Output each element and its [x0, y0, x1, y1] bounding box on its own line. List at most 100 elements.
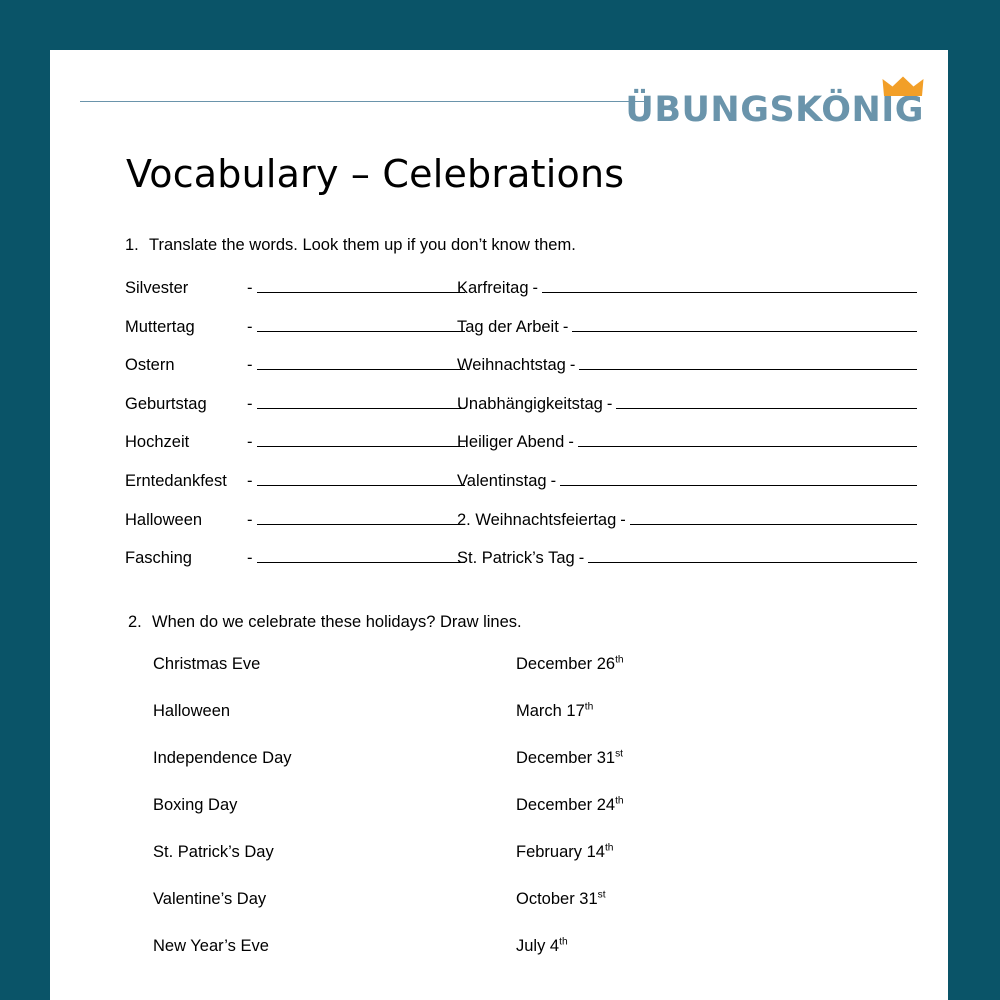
matching-date-text: December 24: [516, 796, 616, 814]
matching-holiday[interactable]: Christmas Eve: [153, 655, 260, 674]
vocab-entry-right: Weihnachtstag -: [457, 355, 917, 375]
vocab-row: Ostern - Weihnachtstag -: [50, 355, 948, 394]
matching-date-text: February 14: [516, 843, 605, 861]
vocab-row: Silvester - Karfreitag -: [50, 278, 948, 317]
matching-date[interactable]: February 14th: [516, 843, 614, 862]
matching-date[interactable]: December 31st: [516, 749, 623, 768]
matching-date-ordinal: th: [559, 936, 568, 948]
vocab-row: Hochzeit - Heiliger Abend -: [50, 432, 948, 471]
vocab-term: Muttertag: [125, 317, 195, 336]
vocab-entry-right: Tag der Arbeit -: [457, 317, 917, 337]
vocab-entry-right: Heiliger Abend -: [457, 432, 917, 452]
vocab-dash: -: [247, 317, 253, 336]
matching-date-text: October 31: [516, 890, 598, 908]
matching-holiday[interactable]: Halloween: [153, 702, 230, 721]
vocab-answer-blank[interactable]: [616, 394, 917, 409]
vocab-dash: -: [568, 433, 574, 452]
vocab-dash: -: [247, 356, 253, 375]
matching-row: Boxing Day December 24th: [50, 796, 948, 843]
vocab-dash: -: [247, 433, 253, 452]
matching-date-ordinal: th: [584, 701, 594, 713]
vocab-entry-left: Silvester -: [125, 278, 465, 298]
matching-date[interactable]: December 24th: [516, 796, 624, 815]
vocab-row: Geburtstag - Unabhängigkeitstag -: [50, 394, 948, 433]
vocab-entry-right: 2. Weihnachtsfeiertag -: [457, 510, 917, 530]
exercise1-number: 1.: [125, 236, 139, 254]
vocab-term: Heiliger Abend: [457, 433, 565, 452]
vocab-answer-blank[interactable]: [256, 510, 465, 525]
matching-date-ordinal: th: [615, 654, 624, 666]
vocab-answer-blank[interactable]: [572, 317, 917, 332]
exercise2-instruction: When do we celebrate these holidays? Dra…: [152, 613, 522, 631]
vocab-dash: -: [247, 394, 253, 413]
matching-date-ordinal: st: [615, 748, 624, 760]
matching-row: Christmas Eve December 26th: [50, 655, 948, 702]
exercise2-matching-grid: Christmas Eve December 26th Halloween March…: [50, 655, 948, 984]
vocab-term: Tag der Arbeit: [457, 317, 559, 336]
vocab-answer-blank[interactable]: [256, 548, 465, 564]
vocab-term: Fasching: [125, 549, 192, 568]
vocab-row: Halloween -2. Weihnachtsfeiertag -: [50, 510, 948, 549]
vocab-answer-blank[interactable]: [588, 548, 917, 564]
vocab-dash: -: [247, 510, 253, 529]
matching-holiday[interactable]: Boxing Day: [153, 796, 237, 815]
matching-holiday[interactable]: St. Patrick’s Day: [153, 843, 274, 862]
matching-holiday[interactable]: New Year’s Eve: [153, 937, 269, 956]
vocab-term: Halloween: [125, 510, 203, 529]
vocab-dash: -: [562, 317, 569, 336]
matching-row: Independence Day December 31st: [50, 749, 948, 796]
vocab-term: Silvester: [125, 279, 189, 297]
header-rule: [80, 101, 645, 102]
vocab-row: Erntedankfest - Valentinstag -: [50, 471, 948, 510]
vocab-answer-blank[interactable]: [577, 432, 917, 448]
vocab-answer-blank[interactable]: [256, 471, 465, 486]
matching-row: New Year’s Eve July 4th: [50, 937, 948, 984]
vocab-answer-blank[interactable]: [579, 355, 917, 371]
matching-row: Halloween March 17th: [50, 702, 948, 749]
matching-row: Valentine’s Day October 31st: [50, 890, 948, 937]
vocab-answer-blank[interactable]: [256, 355, 465, 371]
matching-row: St. Patrick’s Day February 14th: [50, 843, 948, 890]
matching-holiday[interactable]: Valentine’s Day: [153, 890, 266, 909]
vocab-dash: -: [569, 356, 576, 375]
vocab-term: Hochzeit: [125, 433, 190, 452]
vocab-dash: -: [247, 549, 253, 568]
vocab-entry-left: Halloween -: [125, 510, 465, 530]
matching-date-text: December 31: [516, 749, 616, 767]
vocab-term: Unabhängigkeitstag: [457, 394, 603, 413]
matching-date[interactable]: July 4th: [516, 937, 568, 956]
exercise1-instruction: Translate the words. Look them up if you…: [149, 236, 576, 254]
vocab-entry-left: Geburtstag -: [125, 394, 465, 414]
matching-date-text: July 4: [516, 937, 560, 955]
vocab-answer-blank[interactable]: [256, 278, 465, 293]
vocab-entry-right: Unabhängigkeitstag -: [457, 394, 917, 414]
matching-holiday[interactable]: Independence Day: [153, 749, 292, 768]
vocab-answer-blank[interactable]: [542, 278, 917, 293]
vocab-term: 2. Weihnachtsfeiertag: [457, 510, 617, 529]
vocab-entry-right: Valentinstag -: [457, 471, 917, 491]
vocab-answer-blank[interactable]: [256, 317, 465, 332]
vocab-entry-left: Muttertag -: [125, 317, 465, 337]
vocab-dash: -: [532, 279, 539, 297]
vocab-term: Valentinstag: [457, 471, 547, 490]
vocab-answer-blank[interactable]: [256, 432, 465, 448]
worksheet-page: ÜBUNGSKÖNIG Vocabulary – Celebrations 1.…: [50, 50, 948, 1000]
matching-date[interactable]: December 26th: [516, 655, 624, 674]
brand-logo-text: ÜBUNGSKÖNIG: [625, 90, 924, 130]
exercise2-number: 2.: [128, 613, 142, 631]
vocab-dash: -: [550, 471, 557, 490]
vocab-dash: -: [620, 510, 626, 529]
vocab-dash: -: [247, 471, 253, 490]
matching-date[interactable]: March 17th: [516, 702, 593, 721]
vocab-entry-left: Erntedankfest -: [125, 471, 465, 491]
vocab-row: Muttertag - Tag der Arbeit -: [50, 317, 948, 356]
matching-date-text: March 17: [516, 702, 585, 720]
matching-date[interactable]: October 31st: [516, 890, 606, 909]
vocab-dash: -: [578, 549, 585, 568]
matching-date-ordinal: th: [604, 842, 614, 854]
vocab-term: St. Patrick’s Tag: [457, 549, 575, 568]
vocab-answer-blank[interactable]: [560, 471, 917, 486]
vocab-answer-blank[interactable]: [629, 510, 917, 525]
vocab-answer-blank[interactable]: [256, 394, 465, 409]
matching-date-text: December 26: [516, 655, 616, 673]
